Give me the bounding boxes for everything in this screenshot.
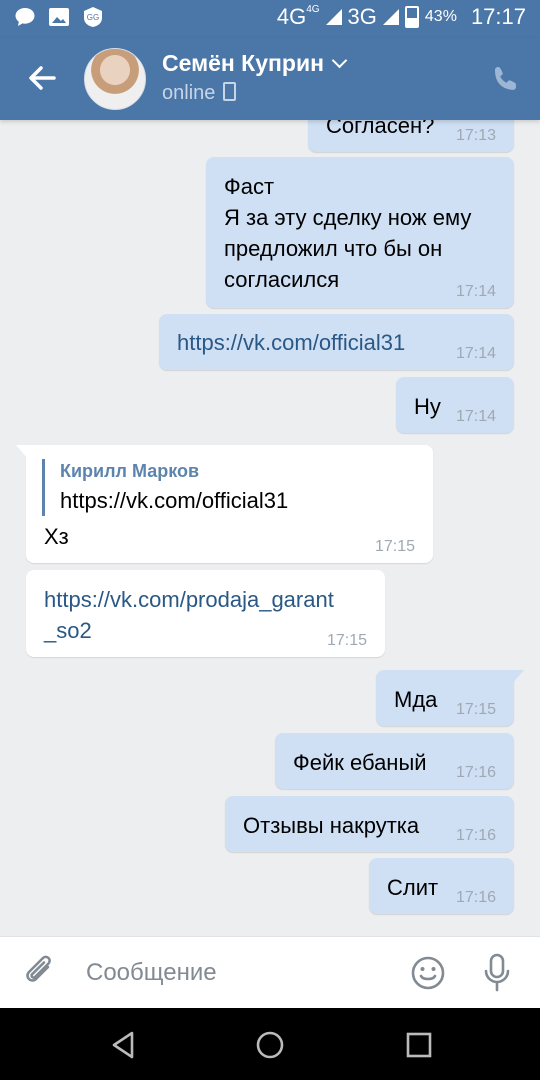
message-line: Я за эту сделку нож ему: [224, 205, 472, 230]
smile-icon[interactable]: [410, 955, 446, 991]
message-time: 17:14: [455, 408, 496, 425]
message-outgoing[interactable]: Слит 17:16: [369, 858, 514, 914]
message-text: Фаст Я за эту сделку нож ему предложил ч…: [224, 171, 471, 295]
chevron-down-icon: [331, 52, 348, 69]
message-outgoing[interactable]: https://vk.com/official31 17:14: [159, 314, 514, 370]
message-time: 17:16: [455, 827, 496, 844]
link-line: _so2: [44, 618, 92, 643]
message-text: Слит: [387, 875, 439, 900]
message-line: Фаст: [224, 174, 275, 199]
message-time: 17:15: [374, 538, 415, 555]
message-text: Отзывы накрутка: [243, 813, 420, 838]
message-line: согласился: [224, 267, 340, 292]
avatar[interactable]: [84, 48, 146, 110]
reply-quote[interactable]: Кирилл Марков https://vk.com/official31: [42, 459, 288, 516]
svg-text:GG: GG: [87, 13, 99, 22]
message-link[interactable]: https://vk.com/prodaja_garant _so2: [44, 584, 334, 646]
message-text: Ну: [414, 394, 441, 419]
message-incoming[interactable]: https://vk.com/prodaja_garant _so2 17:15: [26, 570, 385, 657]
back-arrow-icon[interactable]: [22, 58, 62, 98]
nav-recents-icon[interactable]: [402, 1028, 436, 1062]
signal-icon: [325, 9, 342, 25]
signal-icon-2: [382, 9, 399, 25]
nav-home-icon[interactable]: [253, 1028, 287, 1062]
message-text: Хз: [44, 524, 69, 549]
contact-name[interactable]: Семён Куприн: [162, 50, 348, 77]
battery-percent: 43%: [424, 8, 457, 25]
message-outgoing[interactable]: Фейк ебаный 17:16: [275, 733, 514, 789]
message-incoming[interactable]: Кирилл Марков https://vk.com/official31 …: [16, 445, 433, 563]
message-outgoing[interactable]: Отзывы накрутка 17:16: [225, 796, 514, 852]
phone-icon: [223, 82, 237, 101]
attach-icon[interactable]: [24, 955, 58, 991]
notification-icons: GG: [14, 6, 104, 28]
message-outgoing[interactable]: Фаст Я за эту сделку нож ему предложил ч…: [206, 157, 514, 308]
message-outgoing[interactable]: Мда 17:15: [376, 670, 524, 726]
status-bar: GG 4G 4G 3G 43% 17:17: [0, 0, 540, 38]
network-4g: 4G: [276, 4, 307, 29]
mic-icon[interactable]: [482, 953, 512, 993]
network-3g: 3G: [347, 4, 377, 29]
quote-text: https://vk.com/official31: [60, 488, 289, 513]
message-time: 17:16: [455, 889, 496, 906]
status-text: online: [162, 82, 216, 104]
battery-icon: [404, 6, 419, 28]
message-time: 17:15: [455, 701, 496, 718]
message-link[interactable]: https://vk.com/official31: [177, 327, 405, 358]
contact-name-text: Семён Куприн: [162, 50, 324, 76]
message-time: 17:14: [455, 283, 496, 300]
message-composer: Сообщение: [0, 936, 540, 1009]
clock: 17:17: [470, 4, 526, 29]
image-icon: [49, 8, 69, 26]
nav-back-icon[interactable]: [106, 1028, 140, 1062]
message-text: Фейк ебаный: [293, 750, 427, 775]
link-line: https://vk.com/prodaja_garant: [44, 587, 334, 612]
message-input[interactable]: Сообщение: [86, 959, 217, 987]
message-text: Мда: [394, 687, 438, 712]
bubble-tail: [512, 670, 524, 684]
chat-icon: [15, 8, 35, 26]
quote-author: Кирилл Марков: [60, 461, 200, 481]
message-time: 17:15: [326, 632, 367, 649]
message-line: предложил что бы он: [224, 236, 443, 261]
message-time: 17:16: [455, 764, 496, 781]
message-time: 17:13: [455, 127, 496, 144]
contact-status: online: [162, 80, 237, 105]
chat-header: Семён Куприн online: [0, 38, 540, 120]
message-outgoing[interactable]: Ну 17:14: [396, 377, 514, 433]
status-indicators: 4G 4G 3G 43% 17:17: [277, 4, 526, 30]
call-icon[interactable]: [490, 64, 520, 94]
system-nav-bar: [0, 1008, 540, 1080]
bubble-tail: [16, 445, 28, 459]
network-4g-sup: 4G: [306, 3, 320, 15]
message-time: 17:14: [455, 345, 496, 362]
app-badge-icon: GG: [84, 7, 102, 27]
